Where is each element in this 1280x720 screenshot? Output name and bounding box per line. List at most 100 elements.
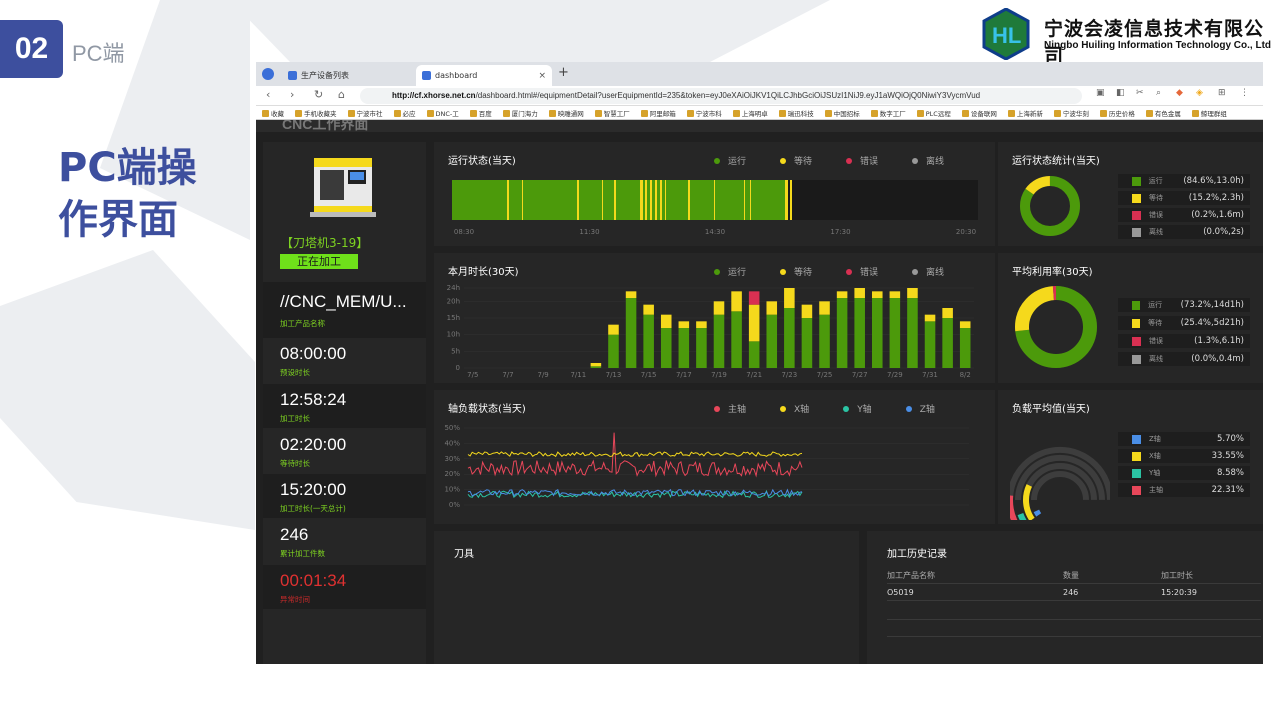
tab-label: dashboard: [435, 71, 478, 80]
extension-icon[interactable]: ▣: [1096, 88, 1105, 98]
bar-segment: [643, 304, 654, 315]
bookmark-icon: [1145, 110, 1153, 117]
stat-label: 离线: [1149, 355, 1163, 363]
bookmark-icon: [916, 110, 924, 117]
home-icon[interactable]: ⌂: [338, 88, 345, 101]
color-swatch: [1132, 318, 1141, 328]
bar-segment: [854, 298, 865, 368]
scissors-icon[interactable]: ✂: [1136, 88, 1144, 98]
x-tick-label: 14:30: [705, 228, 725, 236]
kv-value: 02:20:00: [280, 435, 347, 454]
bar-segment: [819, 301, 830, 315]
bookmark-item[interactable]: 设备联网: [961, 108, 997, 118]
y-tick-label: 20h: [447, 297, 460, 305]
kv-waiting-time: 02:20:00 等待时长: [263, 429, 426, 473]
new-tab-button[interactable]: +: [558, 65, 569, 80]
bookmark-icon: [502, 110, 510, 117]
bar-segment: [590, 363, 602, 367]
table-header: 加工产品名称 数量 加工时长: [887, 567, 1261, 583]
apps-grid-icon[interactable]: ⊞: [1218, 88, 1226, 98]
bookmark-label: 宁波市科: [695, 109, 722, 118]
table-row[interactable]: O5019 246 15:20:39: [887, 583, 1261, 601]
bar-segment: [872, 298, 883, 368]
bookmark-label: 宁波华刻: [1062, 109, 1089, 118]
bar-segment: [748, 291, 760, 305]
monthly-hours-chart: 0 5h 10h 15h 20h 24h 7/5 7/7 7/9 7/11 7/13 7/15 7/17…: [447, 284, 974, 379]
bookmark-item[interactable]: 历史价格: [1099, 108, 1135, 118]
bookmark-label: 厦门海力: [511, 109, 538, 118]
bookmark-item[interactable]: 瑞迅科技: [778, 108, 814, 118]
color-swatch: [1132, 434, 1141, 444]
extension-icon[interactable]: ◆: [1176, 88, 1183, 98]
back-icon[interactable]: ‹: [266, 88, 270, 101]
kv-value: //CNC_MEM/U...: [280, 292, 407, 311]
browser-window: 生产设备列表 dashboard × + ‹ › ↻ ⌂ http://cf.x…: [256, 62, 1263, 664]
stat-label: 主轴: [1149, 486, 1163, 494]
bookmark-icon: [347, 110, 355, 117]
bar-segment: [889, 291, 901, 298]
bookmark-item[interactable]: 宁波华刻: [1053, 108, 1089, 118]
panel-title: 运行状态统计(当天): [1012, 156, 1100, 167]
stat-row: X轴 33.55%: [1118, 449, 1250, 463]
bar-segment: [942, 308, 953, 318]
bookmark-item[interactable]: 阿里邮箱: [640, 108, 676, 118]
bookmark-item[interactable]: 收藏: [262, 108, 284, 118]
bookmark-item[interactable]: 鲸理群组: [1191, 108, 1227, 118]
reload-icon[interactable]: ↻: [314, 88, 323, 101]
bookmark-item[interactable]: 智慧工厂: [594, 108, 630, 118]
forward-icon[interactable]: ›: [290, 88, 294, 101]
bar-segment: [836, 298, 848, 368]
bookmark-icon: [870, 110, 878, 117]
extension-icon[interactable]: ◧: [1116, 88, 1125, 98]
browser-logo-icon[interactable]: [262, 68, 274, 80]
address-bar[interactable]: http://cf.xhorse.net.cn/dashboard.html#/…: [360, 88, 1082, 104]
x-tick-label: 7/11: [570, 371, 586, 379]
gauge-track: [1031, 470, 1089, 501]
bookmark-icon: [732, 110, 740, 117]
bar-segment: [907, 288, 918, 298]
color-swatch: [1132, 176, 1141, 186]
bookmarks-bar: 收藏 手机收藏夹 宁波市社 必应 DNC-工 百度 厦门海力 映雕通网 智慧工厂 阿里邮箱 宁波市科…: [256, 106, 1263, 120]
bookmark-item[interactable]: 中国招标: [824, 108, 860, 118]
timeline-wait-segment: [688, 180, 690, 220]
bookmark-item[interactable]: 手机收藏夹: [295, 108, 337, 118]
bookmark-item[interactable]: 有色金属: [1145, 108, 1181, 118]
y-tick-label: 10%: [444, 486, 460, 494]
bookmark-item[interactable]: 宁波市科: [686, 108, 722, 118]
tools-panel: 刀具: [434, 531, 859, 664]
extension-icon[interactable]: ◈: [1196, 88, 1203, 98]
svg-text:HL: HL: [992, 23, 1021, 48]
tab-dashboard[interactable]: dashboard ×: [416, 65, 552, 86]
bookmark-item[interactable]: PLC远程: [916, 108, 951, 118]
avg-util-donut: [1015, 286, 1097, 368]
bookmark-item[interactable]: 百度: [469, 108, 492, 118]
cnc-machine-icon: [310, 158, 376, 217]
bar-segment: [660, 328, 672, 368]
bookmark-item[interactable]: DNC-工: [426, 108, 459, 118]
bookmark-item[interactable]: 宁波市社: [347, 108, 383, 118]
stat-value: (0.0%,0.4m): [1191, 354, 1244, 364]
tab-equipment-list[interactable]: 生产设备列表: [282, 65, 412, 86]
bookmark-icon: [640, 110, 648, 117]
bookmark-icon: [778, 110, 786, 117]
stat-value: (15.2%,2.3h): [1188, 193, 1244, 203]
search-icon[interactable]: ⌕: [1156, 88, 1161, 98]
bar-segment: [959, 321, 971, 328]
bookmark-item[interactable]: 数字工厂: [870, 108, 906, 118]
bookmark-icon: [548, 110, 556, 117]
url-host: http://cf.xhorse.net.cn: [392, 91, 476, 100]
series-line: [467, 451, 803, 458]
bookmark-item[interactable]: 上海新新: [1007, 108, 1043, 118]
bar-segment: [696, 321, 707, 328]
bookmark-item[interactable]: 厦门海力: [502, 108, 538, 118]
bar-segment: [608, 324, 619, 335]
close-tab-icon[interactable]: ×: [538, 71, 546, 81]
stat-label: 错误: [1149, 211, 1163, 219]
bookmark-item[interactable]: 映雕通网: [548, 108, 584, 118]
bar-segment: [801, 318, 813, 368]
bookmark-item[interactable]: 必应: [393, 108, 416, 118]
panel-title: 刀具: [454, 549, 474, 560]
bookmark-item[interactable]: 上海明卓: [732, 108, 768, 118]
menu-icon[interactable]: ⋮: [1240, 88, 1249, 98]
kv-value: 00:01:34: [280, 571, 347, 590]
